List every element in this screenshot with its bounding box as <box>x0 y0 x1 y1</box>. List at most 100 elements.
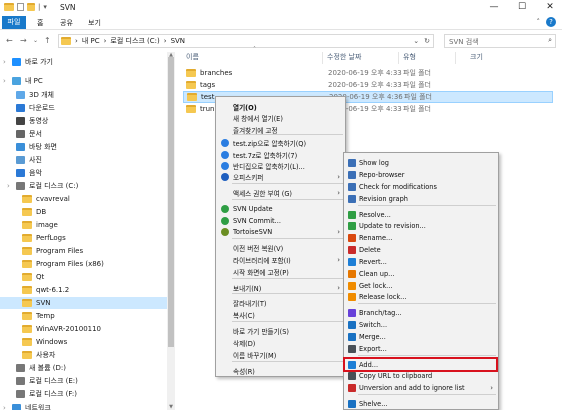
context-menu-item[interactable]: 열기(O) <box>216 101 345 112</box>
recent-locations-button[interactable]: ⌄ <box>33 37 38 44</box>
expand-chevron-icon[interactable]: › <box>3 77 6 85</box>
sidebar-item[interactable]: 3D 개체 <box>0 89 167 101</box>
forward-button[interactable]: → <box>20 36 27 45</box>
sidebar-item[interactable]: 로컬 디스크 (F:) <box>0 388 167 400</box>
svn-menu-item[interactable]: Update to revision... <box>344 220 498 231</box>
qat-customize-icon[interactable]: ▾ <box>43 3 47 11</box>
context-menu-item[interactable]: 오피스키퍼 › <box>216 171 345 182</box>
expand-chevron-icon[interactable]: › <box>3 58 6 66</box>
address-dropdown-icon[interactable]: ⌄ <box>413 37 419 45</box>
sidebar-item[interactable]: PerfLogs <box>0 232 167 244</box>
sidebar-item[interactable]: DB <box>0 206 167 218</box>
svn-menu-item[interactable]: Branch/tag... <box>344 307 498 318</box>
ribbon-expand-icon[interactable]: ˄ <box>537 18 541 26</box>
sidebar-item[interactable]: Program Files (x86) <box>0 258 167 270</box>
search-icon[interactable]: ⌕ <box>548 36 552 45</box>
file-row[interactable]: tags 2020-06-19 오후 4:33 파일 폴더 <box>183 79 553 91</box>
sidebar-item[interactable]: SVN <box>0 297 167 309</box>
sidebar-item[interactable]: 다운로드 <box>0 102 167 114</box>
svn-menu-item[interactable]: Unversion and add to ignore list › <box>344 382 498 393</box>
sidebar-item[interactable]: › 바로 가기 <box>0 56 167 68</box>
context-menu-item[interactable]: 삭제(D) <box>216 337 345 348</box>
tab-file[interactable]: 파일 <box>2 16 26 29</box>
sidebar-item[interactable]: 로컬 디스크 (E:) <box>0 375 167 387</box>
svn-menu-item[interactable]: Export... <box>344 343 498 354</box>
new-folder-icon[interactable] <box>27 3 35 11</box>
context-menu-item[interactable]: 반디집으로 압축하기(L)... <box>216 160 345 171</box>
sidebar-item[interactable]: 음악 <box>0 167 167 179</box>
column-header-name[interactable]: 이름 <box>186 52 199 62</box>
svn-menu-item[interactable]: Resolve... <box>344 209 498 220</box>
svn-menu-item[interactable]: Revision graph <box>344 193 498 204</box>
context-menu-item[interactable]: 새 창에서 열기(E) <box>216 112 345 123</box>
sidebar-item[interactable]: › 네트워크 <box>0 402 167 410</box>
expand-chevron-icon[interactable]: › <box>7 182 10 190</box>
maximize-button[interactable]: ☐ <box>512 2 532 12</box>
context-menu-item[interactable]: TortoiseSVN › <box>216 226 345 237</box>
svn-menu-item[interactable]: Revert... <box>344 256 498 267</box>
up-button[interactable]: ↑ <box>44 36 51 45</box>
context-menu-item[interactable]: 속성(R) <box>216 365 345 376</box>
sidebar-item[interactable]: › 내 PC <box>0 75 167 87</box>
sidebar-item[interactable]: cvavreval <box>0 193 167 205</box>
sidebar-scrollbar[interactable]: ▲ ▼ <box>167 52 175 410</box>
tab-view[interactable]: 보기 <box>88 18 101 28</box>
context-menu-item[interactable]: SVN Commit... <box>216 215 345 226</box>
breadcrumb-svn[interactable]: SVN <box>171 37 185 45</box>
column-header-size[interactable]: 크기 <box>470 52 483 62</box>
context-menu-item[interactable]: test.zip으로 압축하기(Q) <box>216 137 345 148</box>
sidebar-item[interactable]: Program Files <box>0 245 167 257</box>
breadcrumb-separator[interactable]: › <box>164 37 167 45</box>
sidebar-item[interactable]: 사용자 <box>0 349 167 361</box>
context-menu-item[interactable]: 이전 버전 복원(V) <box>216 242 345 253</box>
sidebar-item[interactable]: 바탕 화면 <box>0 141 167 153</box>
svn-menu-item[interactable]: Check for modifications <box>344 181 498 192</box>
svn-menu-item[interactable]: Rename... <box>344 232 498 243</box>
context-menu-item[interactable]: 액세스 권한 부여 (G) › <box>216 187 345 198</box>
sidebar-item[interactable]: image <box>0 219 167 231</box>
svn-menu-item[interactable]: Copy URL to clipboard <box>344 370 498 381</box>
sidebar-item[interactable]: › 로컬 디스크 (C:) <box>0 180 167 192</box>
properties-icon[interactable] <box>17 3 24 11</box>
context-menu-item[interactable]: 보내기(N) › <box>216 282 345 293</box>
tab-share[interactable]: 공유 <box>60 18 73 28</box>
svn-menu-item[interactable]: Release lock... <box>344 291 498 302</box>
sidebar-item[interactable]: WinAVR-20100110 <box>0 323 167 335</box>
breadcrumb-local-disk-c[interactable]: 로컬 디스크 (C:) <box>110 36 159 46</box>
breadcrumb-separator[interactable]: › <box>104 37 107 45</box>
svn-menu-item[interactable]: Get lock... <box>344 280 498 291</box>
context-menu-item[interactable]: test.7z로 압축하기(7) <box>216 149 345 160</box>
scroll-down-icon[interactable]: ▼ <box>167 404 175 410</box>
context-menu-item[interactable]: 잘라내기(T) <box>216 297 345 308</box>
minimize-button[interactable]: — <box>484 2 504 12</box>
sidebar-item[interactable]: 동영상 <box>0 115 167 127</box>
breadcrumb-separator[interactable]: › <box>75 37 78 45</box>
svn-menu-item[interactable]: Clean up... <box>344 268 498 279</box>
context-menu-item[interactable]: 복사(C) <box>216 309 345 320</box>
context-menu-item[interactable]: 라이브러리에 포함(I) › <box>216 254 345 265</box>
context-menu-item[interactable]: 시작 화면에 고정(P) <box>216 266 345 277</box>
svn-menu-item[interactable]: Merge... <box>344 331 498 342</box>
svn-menu-item[interactable]: Delete <box>344 244 498 255</box>
context-menu-item[interactable]: SVN Update <box>216 203 345 214</box>
svn-menu-item[interactable]: Repo-browser <box>344 169 498 180</box>
search-input[interactable]: SVN 검색 ⌕ <box>444 34 556 48</box>
address-bar[interactable]: › 내 PC › 로컬 디스크 (C:) › SVN ⌄ ↻ <box>58 34 434 48</box>
close-button[interactable]: ✕ <box>540 2 560 12</box>
expand-chevron-icon[interactable]: › <box>3 404 6 410</box>
svn-menu-item[interactable]: Switch... <box>344 319 498 330</box>
sidebar-item[interactable]: qwt-6.1.2 <box>0 284 167 296</box>
context-menu-item[interactable]: 즐겨찾기에 고정 <box>216 124 345 135</box>
file-row[interactable]: branches 2020-06-19 오후 4:33 파일 폴더 <box>183 67 553 79</box>
column-header-type[interactable]: 유형 <box>403 52 416 62</box>
context-menu-item[interactable]: 바로 가기 만들기(S) <box>216 325 345 336</box>
column-header-date[interactable]: 수정한 날짜 <box>327 52 361 62</box>
sidebar-item[interactable]: 새 볼륨 (D:) <box>0 362 167 374</box>
svn-menu-item[interactable]: Shelve... <box>344 398 498 409</box>
scrollbar-thumb[interactable] <box>168 57 174 347</box>
refresh-icon[interactable]: ↻ <box>424 37 430 45</box>
context-menu-item[interactable]: 이름 바꾸기(M) <box>216 349 345 360</box>
sidebar-item[interactable]: Windows <box>0 336 167 348</box>
tab-home[interactable]: 홈 <box>37 18 43 28</box>
sidebar-item[interactable]: Temp <box>0 310 167 322</box>
